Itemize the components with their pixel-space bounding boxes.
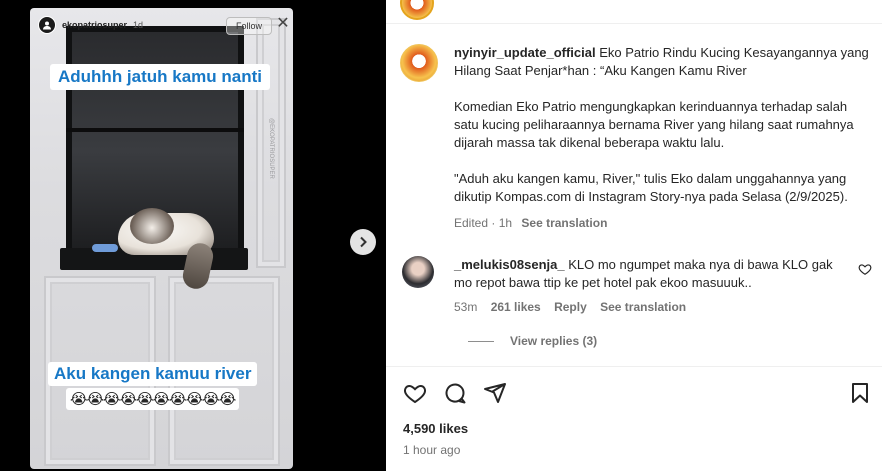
story-emojis: 😭😭😭😭😭😭😭😭😭😭: [66, 388, 240, 410]
author-avatar[interactable]: [400, 0, 434, 20]
like-button[interactable]: [403, 381, 427, 405]
cat-head: [130, 208, 174, 244]
commenter-avatar[interactable]: [402, 256, 434, 288]
view-replies-button[interactable]: View replies (3): [468, 334, 597, 348]
caption-paragraph: "Aduh aku kangen kamu, River," tulis Eko…: [454, 171, 848, 204]
comment-see-translation[interactable]: See translation: [600, 300, 686, 314]
comment-like-button[interactable]: [858, 262, 872, 276]
story-image: @EKOPATRIOSUPER ekopatriosuper 1d Follow…: [30, 8, 293, 469]
caption-text: nyinyir_update_official Eko Patrio Rindu…: [454, 44, 874, 232]
post-time: 1 hour ago: [403, 443, 461, 457]
comment-icon: [445, 383, 466, 404]
comment-time: 53m: [454, 300, 478, 314]
share-icon: [484, 383, 506, 403]
see-translation-link[interactable]: See translation: [521, 216, 607, 230]
chevron-right-icon: [360, 236, 367, 248]
comment-meta: 53m 261 likes Reply See translation: [454, 300, 696, 314]
edited-time: Edited · 1h: [454, 216, 513, 230]
story-avatar[interactable]: [38, 16, 56, 34]
follow-button[interactable]: Follow: [226, 17, 272, 35]
caption-avatar[interactable]: [400, 44, 438, 82]
share-button[interactable]: [483, 381, 507, 405]
comment-likes[interactable]: 261 likes: [491, 300, 541, 314]
next-slide-button[interactable]: [350, 229, 376, 255]
post-header: [386, 0, 882, 24]
commenter-username[interactable]: _melukis08senja_: [454, 257, 565, 272]
story-time: 1d: [133, 20, 144, 30]
close-icon[interactable]: ✕: [276, 16, 290, 32]
story-caption-bottom: Aku kangen kamuu river: [48, 362, 258, 386]
cat-toy: [92, 244, 118, 252]
view-replies-label: View replies (3): [510, 334, 598, 348]
post-details-pane: nyinyir_update_official Eko Patrio Rindu…: [386, 0, 882, 471]
user-icon: [43, 21, 51, 30]
caption-meta: Edited · 1h See translation: [454, 214, 874, 232]
bookmark-icon: [852, 383, 868, 403]
reply-button[interactable]: Reply: [554, 300, 587, 314]
likes-count[interactable]: 4,590 likes: [403, 421, 468, 436]
replies-divider: [468, 340, 494, 342]
comment-text: _melukis08senja_ KLO mo ngumpet maka nya…: [454, 256, 846, 292]
story-watermark: @EKOPATRIOSUPER: [268, 118, 274, 179]
window-frame: [66, 128, 244, 132]
action-bar: [386, 366, 882, 418]
comment-button[interactable]: [443, 381, 467, 405]
heart-icon: [858, 264, 872, 275]
heart-icon: [404, 384, 426, 404]
story-username[interactable]: ekopatriosuper: [62, 20, 127, 30]
caption-username[interactable]: nyinyir_update_official: [454, 45, 596, 60]
caption-paragraph: Komedian Eko Patrio mengungkapkan kerind…: [454, 99, 854, 150]
media-pane: @EKOPATRIOSUPER ekopatriosuper 1d Follow…: [0, 0, 386, 471]
story-caption-top: Aduhhh jatuh kamu nanti: [50, 64, 270, 90]
save-button[interactable]: [848, 381, 872, 405]
